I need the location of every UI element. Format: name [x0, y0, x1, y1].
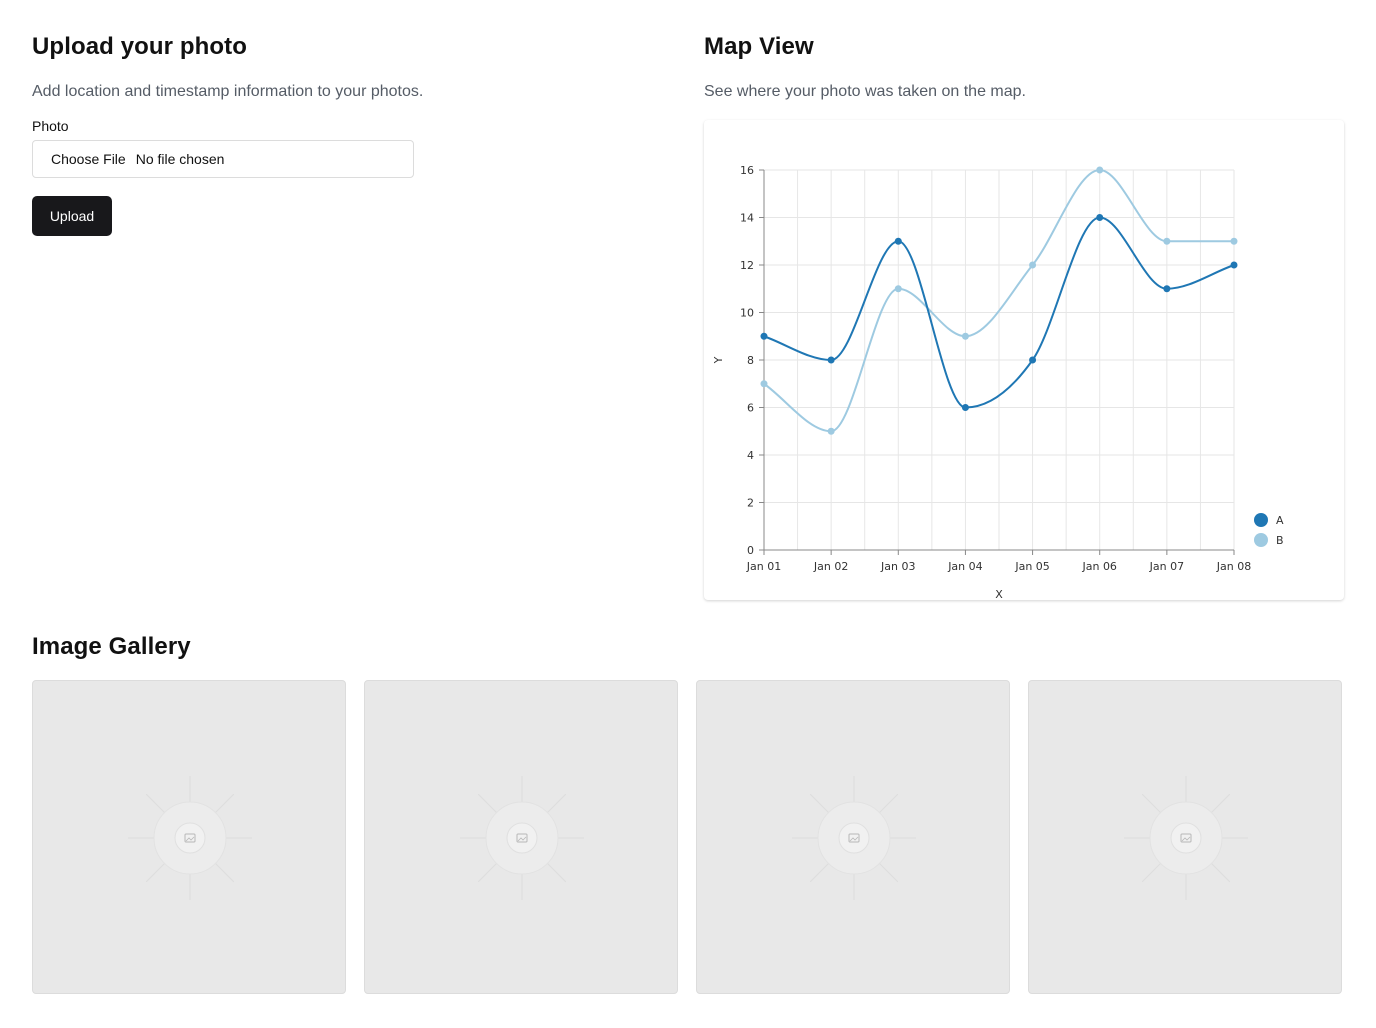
line-chart: 0 2 4 6 8 10 12 14 16 Jan 01 Jan 02 Jan 03 Jan 04 Jan… [712, 164, 1284, 600]
y-tick-label: 14 [740, 212, 754, 225]
image-placeholder-icon [128, 776, 252, 900]
upload-subtitle: Add location and timestamp information t… [32, 83, 424, 100]
gallery-image-tile[interactable] [32, 680, 346, 994]
photo-field-label: Photo [32, 118, 69, 134]
data-point-a [1029, 356, 1037, 364]
map-title: Map View [704, 33, 814, 60]
y-tick-label: 16 [740, 164, 754, 177]
y-axis-title: Y [712, 356, 725, 364]
x-tick-label: Jan 06 [1081, 560, 1116, 573]
x-tick-label: Jan 02 [813, 560, 848, 573]
x-tick-label: Jan 05 [1014, 560, 1049, 573]
data-point-a [1163, 285, 1171, 293]
data-point-b [894, 285, 902, 293]
photo-file-input[interactable]: Choose File No file chosen [32, 140, 414, 178]
x-tick-label: Jan 08 [1216, 560, 1251, 573]
data-point-a [827, 356, 835, 364]
upload-title: Upload your photo [32, 33, 248, 60]
data-point-b [961, 332, 969, 340]
legend-label-b: B [1276, 534, 1284, 547]
data-point-b [760, 380, 768, 388]
data-point-a [760, 332, 768, 340]
y-tick-label: 10 [740, 307, 754, 320]
y-tick-label: 12 [740, 259, 754, 272]
legend-label-a: A [1276, 514, 1284, 527]
data-point-b [827, 427, 835, 435]
x-tick-label: Jan 04 [947, 560, 982, 573]
legend-swatch-b [1254, 533, 1268, 547]
data-point-a [1230, 261, 1238, 269]
y-tick-label: 2 [747, 497, 754, 510]
image-placeholder-icon [1124, 776, 1248, 900]
data-point-b [1029, 261, 1037, 269]
x-tick-label: Jan 03 [880, 560, 915, 573]
chart-card: 0 2 4 6 8 10 12 14 16 Jan 01 Jan 02 Jan 03 Jan 04 Jan… [704, 120, 1344, 600]
data-point-a [961, 404, 969, 411]
y-tick-label: 0 [747, 544, 754, 557]
data-point-b [1230, 237, 1238, 245]
image-placeholder-icon [792, 776, 916, 900]
gallery-title: Image Gallery [32, 633, 191, 660]
gallery-image-tile[interactable] [1028, 680, 1342, 994]
x-tick-label: Jan 01 [746, 560, 781, 573]
upload-button[interactable]: Upload [32, 196, 112, 236]
choose-file-button[interactable]: Choose File [51, 151, 126, 167]
map-subtitle: See where your photo was taken on the ma… [704, 83, 1026, 100]
y-tick-label: 4 [747, 449, 754, 462]
legend-swatch-a [1254, 513, 1268, 527]
y-tick-label: 8 [747, 354, 754, 367]
x-tick-label: Jan 07 [1149, 560, 1184, 573]
y-tick-label: 6 [747, 402, 754, 415]
data-point-a [1096, 214, 1104, 221]
x-axis-title: X [995, 588, 1003, 600]
gallery-image-tile[interactable] [364, 680, 678, 994]
data-point-b [1096, 166, 1104, 174]
file-status-text: No file chosen [135, 151, 225, 167]
image-placeholder-icon [460, 776, 584, 900]
gallery-image-tile[interactable] [696, 680, 1010, 994]
data-point-b [1163, 237, 1171, 245]
data-point-a [894, 237, 902, 245]
